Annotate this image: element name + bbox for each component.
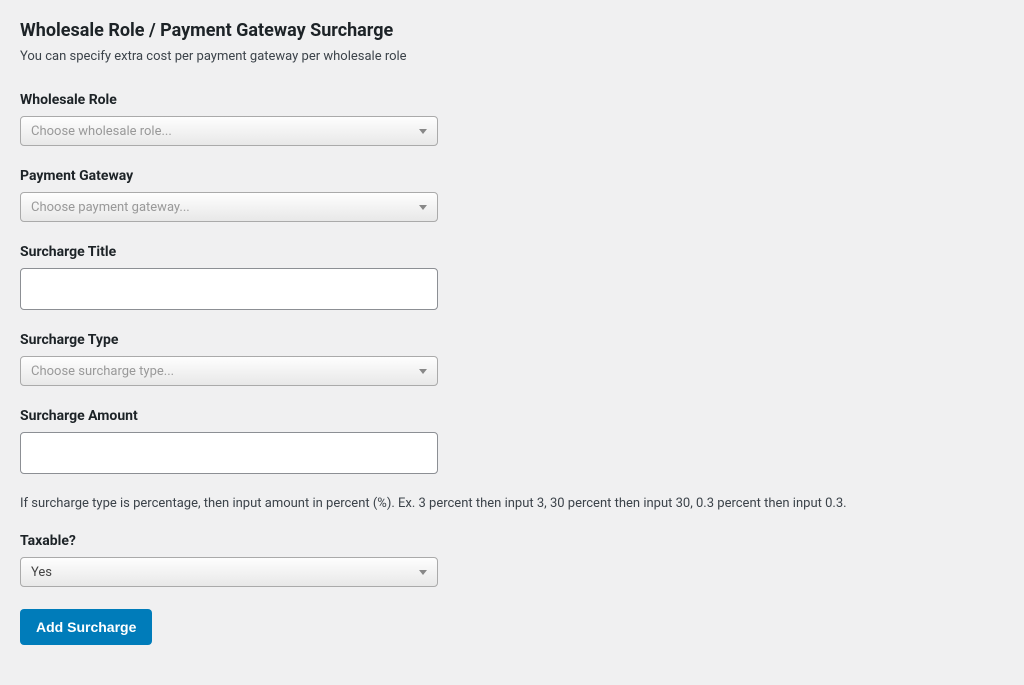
chevron-down-icon [419,205,427,210]
surcharge-title-group: Surcharge Title [20,244,1004,310]
wholesale-role-placeholder: Choose wholesale role... [31,124,172,139]
surcharge-type-placeholder: Choose surcharge type... [31,364,174,379]
chevron-down-icon [419,129,427,134]
wholesale-role-label: Wholesale Role [20,92,1004,108]
taxable-select[interactable]: Yes [20,557,438,587]
add-surcharge-button[interactable]: Add Surcharge [20,609,152,645]
surcharge-type-select[interactable]: Choose surcharge type... [20,356,438,386]
payment-gateway-label: Payment Gateway [20,168,1004,184]
surcharge-type-label: Surcharge Type [20,332,1004,348]
surcharge-type-group: Surcharge Type Choose surcharge type... [20,332,1004,386]
surcharge-amount-label: Surcharge Amount [20,408,1004,424]
chevron-down-icon [419,570,427,575]
payment-gateway-select[interactable]: Choose payment gateway... [20,192,438,222]
wholesale-role-select[interactable]: Choose wholesale role... [20,116,438,146]
taxable-group: Taxable? Yes [20,533,1004,587]
surcharge-amount-input[interactable] [20,432,438,474]
surcharge-amount-helper: If surcharge type is percentage, then in… [20,496,1004,511]
chevron-down-icon [419,369,427,374]
payment-gateway-placeholder: Choose payment gateway... [31,200,190,215]
taxable-selected-value: Yes [31,565,52,580]
wholesale-role-group: Wholesale Role Choose wholesale role... [20,92,1004,146]
page-title: Wholesale Role / Payment Gateway Surchar… [20,20,1004,41]
surcharge-title-input[interactable] [20,268,438,310]
surcharge-amount-group: Surcharge Amount [20,408,1004,474]
surcharge-title-label: Surcharge Title [20,244,1004,260]
taxable-label: Taxable? [20,533,1004,549]
page-description: You can specify extra cost per payment g… [20,49,1004,64]
payment-gateway-group: Payment Gateway Choose payment gateway..… [20,168,1004,222]
